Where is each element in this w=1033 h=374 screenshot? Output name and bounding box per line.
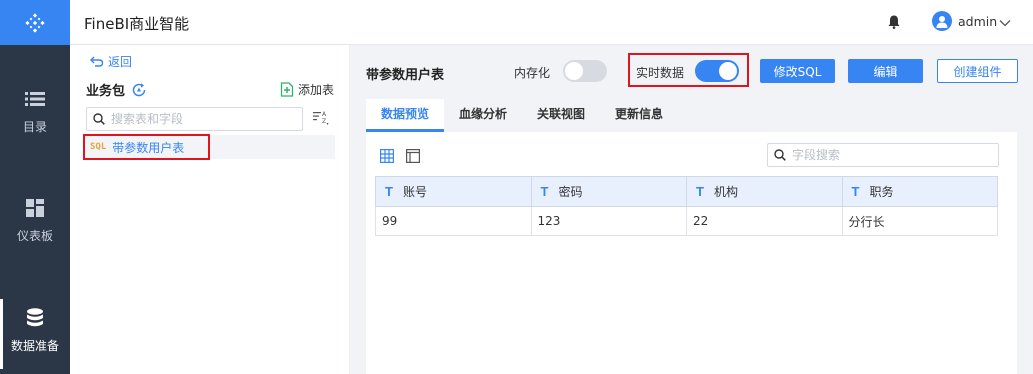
search-icon — [93, 113, 105, 125]
table-field-search[interactable] — [86, 107, 303, 131]
left-nav: 目录 仪表板 数据准备 — [0, 0, 70, 374]
user-name[interactable]: admin — [958, 14, 997, 29]
nav-item-data-prep[interactable]: 数据准备 — [0, 299, 70, 369]
realtime-toggle[interactable] — [695, 60, 739, 82]
add-table-button[interactable]: 添加表 — [280, 81, 334, 98]
search-icon — [774, 149, 786, 161]
create-component-button[interactable]: 创建组件 — [937, 59, 1018, 83]
field-search-input[interactable] — [792, 148, 992, 162]
table-cell: 99 — [375, 206, 532, 236]
detail-tabs: 数据预览 血缘分析 关联视图 更新信息 — [366, 99, 678, 132]
app-logo[interactable] — [0, 0, 70, 45]
data-preview-content: T 账号 T 密码 T 机构 T 职务 99 123 22 分行长 — [366, 132, 1017, 374]
column-name: 账号 — [402, 185, 427, 199]
table-cell: 123 — [530, 206, 687, 236]
package-title: 业务包 — [86, 80, 147, 99]
table-header-row: T 账号 T 密码 T 机构 T 职务 — [375, 176, 998, 207]
column-header[interactable]: T 账号 — [375, 176, 532, 207]
package-title-text: 业务包 — [86, 84, 126, 99]
view-mode-switcher — [380, 149, 420, 163]
tab-lineage[interactable]: 血缘分析 — [444, 99, 522, 129]
text-type-icon: T — [696, 184, 704, 199]
app-title: FineBI商业智能 — [84, 15, 190, 33]
in-memory-toggle[interactable] — [563, 60, 607, 82]
tree-item-table[interactable]: SQL 带参数用户表 — [83, 134, 210, 160]
edit-sql-button[interactable]: 修改SQL — [760, 59, 835, 83]
bell-icon[interactable] — [888, 15, 900, 32]
column-header[interactable]: T 密码 — [530, 176, 687, 207]
column-name: 密码 — [558, 185, 583, 199]
tab-update-info[interactable]: 更新信息 — [600, 99, 678, 129]
dashboard-icon — [24, 197, 46, 219]
chevron-down-icon[interactable] — [999, 16, 1011, 30]
detail-view-icon[interactable] — [406, 149, 420, 163]
column-name: 机构 — [713, 185, 738, 199]
table-row: 99 123 22 分行长 — [375, 206, 998, 236]
back-label: 返回 — [108, 55, 133, 69]
column-header[interactable]: T 职务 — [841, 176, 998, 207]
search-input[interactable] — [111, 112, 291, 126]
logo-icon — [25, 12, 45, 33]
avatar[interactable] — [932, 11, 952, 31]
database-icon — [24, 307, 46, 329]
refresh-icon[interactable] — [131, 82, 147, 98]
table-name-title: 带参数用户表 — [366, 68, 445, 83]
top-header: FineBI商业智能 admin — [70, 0, 1033, 45]
text-type-icon: T — [540, 184, 549, 199]
realtime-label: 实时数据 — [636, 66, 685, 80]
sort-icon[interactable]: AZ — [312, 109, 330, 130]
business-package-panel: 返回 业务包 添加表 AZ SQL 带参数用户表 — [70, 45, 350, 374]
in-memory-label: 内存化 — [514, 66, 551, 80]
data-preview-table: T 账号 T 密码 T 机构 T 职务 99 123 22 分行长 — [375, 176, 998, 236]
nav-item-label: 仪表板 — [16, 229, 53, 243]
tree-item-label: 带参数用户表 — [112, 140, 185, 155]
table-detail-panel: 带参数用户表 内存化 实时数据 修改SQL 编辑 创建组件 数据预览 血缘分析 … — [350, 45, 1033, 374]
text-type-icon: T — [385, 184, 393, 199]
nav-item-dashboard[interactable]: 仪表板 — [0, 197, 70, 244]
sql-tag-icon: SQL — [90, 142, 107, 152]
svg-text:A: A — [322, 111, 327, 118]
nav-item-label: 数据准备 — [10, 339, 59, 353]
field-search[interactable] — [767, 143, 999, 167]
list-icon — [24, 88, 46, 110]
table-cell: 分行长 — [841, 206, 998, 236]
add-file-icon — [280, 82, 294, 97]
svg-text:Z: Z — [322, 118, 326, 125]
tab-data-preview[interactable]: 数据预览 — [366, 99, 445, 132]
nav-item-label: 目录 — [22, 120, 47, 134]
table-cell: 22 — [686, 206, 843, 236]
text-type-icon: T — [851, 184, 860, 199]
column-name: 职务 — [869, 185, 894, 199]
edit-button[interactable]: 编辑 — [848, 59, 923, 83]
back-arrow-icon — [90, 56, 104, 67]
tab-relation-view[interactable]: 关联视图 — [522, 99, 600, 129]
column-header[interactable]: T 机构 — [686, 176, 843, 207]
back-link[interactable]: 返回 — [90, 53, 132, 70]
nav-item-catalog[interactable]: 目录 — [0, 88, 70, 135]
add-table-label: 添加表 — [298, 83, 335, 97]
grid-view-icon[interactable] — [380, 149, 394, 163]
